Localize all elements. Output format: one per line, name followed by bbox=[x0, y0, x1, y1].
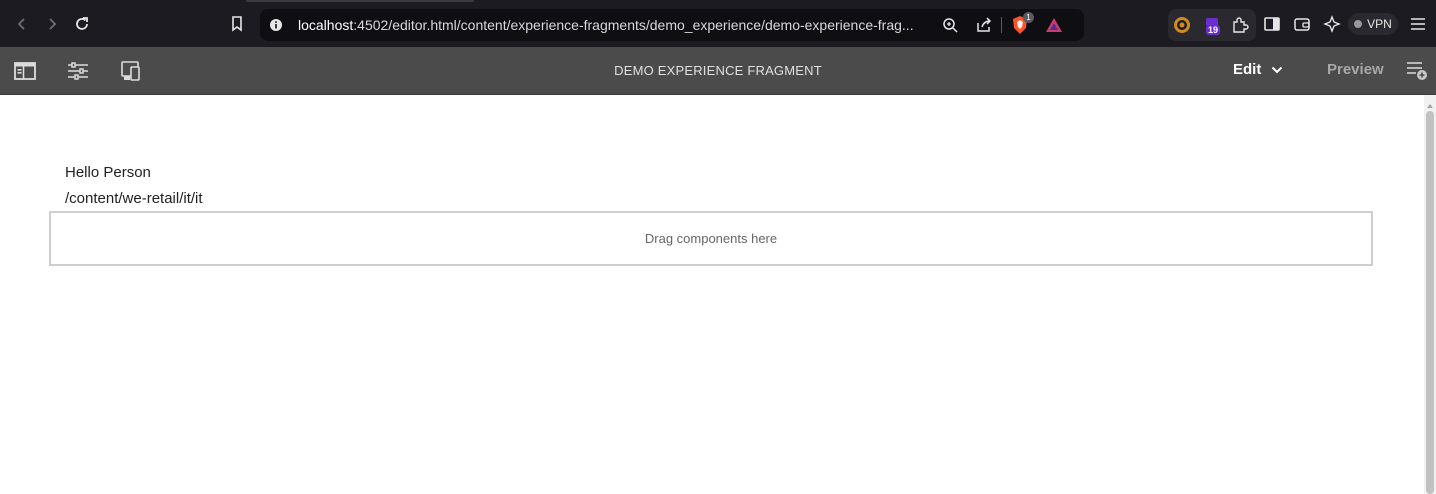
scroll-up-arrow-icon[interactable] bbox=[1426, 97, 1434, 108]
leo-ai-icon[interactable] bbox=[1321, 13, 1343, 35]
page-properties-icon[interactable] bbox=[66, 59, 90, 83]
page-title: DEMO EXPERIENCE FRAGMENT bbox=[614, 63, 822, 78]
preview-mode-button[interactable]: Preview bbox=[1327, 61, 1384, 78]
vertical-scrollbar[interactable] bbox=[1424, 95, 1436, 494]
component-dropzone[interactable]: Drag components here bbox=[49, 211, 1373, 266]
divider bbox=[1001, 17, 1002, 33]
bookmark-icon[interactable] bbox=[226, 13, 248, 35]
edit-mode-label: Edit bbox=[1233, 61, 1262, 78]
chevron-down-icon bbox=[1271, 61, 1283, 78]
vpn-label: VPN bbox=[1367, 17, 1392, 31]
brave-shield-badge: 1 bbox=[1023, 12, 1034, 23]
extension-icon[interactable]: 19 bbox=[1202, 15, 1222, 35]
site-info-icon[interactable] bbox=[266, 15, 286, 35]
wallet-icon[interactable] bbox=[1291, 13, 1313, 35]
url-text[interactable]: localhost:4502/editor.html/content/exper… bbox=[298, 17, 914, 33]
brave-shield-icon[interactable]: 1 bbox=[1010, 12, 1034, 35]
content-path-text[interactable]: /content/we-retail/it/it bbox=[65, 190, 203, 207]
url-host: localhost bbox=[298, 17, 354, 33]
dropzone-label: Drag components here bbox=[644, 231, 778, 246]
extensions-area: 19 bbox=[1168, 9, 1256, 41]
side-panel-icon[interactable] bbox=[13, 59, 37, 83]
annotations-icon[interactable] bbox=[1405, 59, 1429, 83]
sidebar-icon[interactable] bbox=[1261, 13, 1283, 35]
active-tab-indicator bbox=[246, 0, 474, 2]
extension-icon[interactable] bbox=[1172, 15, 1192, 35]
menu-icon[interactable] bbox=[1407, 13, 1429, 35]
extensions-puzzle-icon[interactable] bbox=[1230, 15, 1250, 35]
forward-icon[interactable] bbox=[41, 13, 63, 35]
vpn-status-icon bbox=[1354, 20, 1363, 28]
greeting-text[interactable]: Hello Person bbox=[65, 164, 151, 181]
url-path: :4502/editor.html/content/experience-fra… bbox=[353, 17, 914, 33]
editor-toolbar: DEMO EXPERIENCE FRAGMENT Edit Preview bbox=[0, 47, 1436, 95]
emulator-icon[interactable] bbox=[119, 59, 143, 83]
extension-badge: 19 bbox=[1206, 25, 1221, 35]
share-icon[interactable] bbox=[974, 15, 994, 35]
edit-mode-button[interactable]: Edit bbox=[1233, 61, 1283, 78]
vpn-button[interactable]: VPN bbox=[1348, 13, 1398, 35]
browser-toolbar: localhost:4502/editor.html/content/exper… bbox=[0, 0, 1436, 47]
back-icon[interactable] bbox=[11, 13, 33, 35]
address-bar[interactable]: localhost:4502/editor.html/content/exper… bbox=[260, 9, 1084, 41]
editor-canvas: Hello Person /content/we-retail/it/it Dr… bbox=[0, 95, 1424, 494]
reload-icon[interactable] bbox=[71, 13, 93, 35]
scrollbar-thumb[interactable] bbox=[1426, 111, 1434, 494]
zoom-icon[interactable] bbox=[940, 15, 960, 35]
brave-rewards-icon[interactable] bbox=[1044, 15, 1064, 35]
